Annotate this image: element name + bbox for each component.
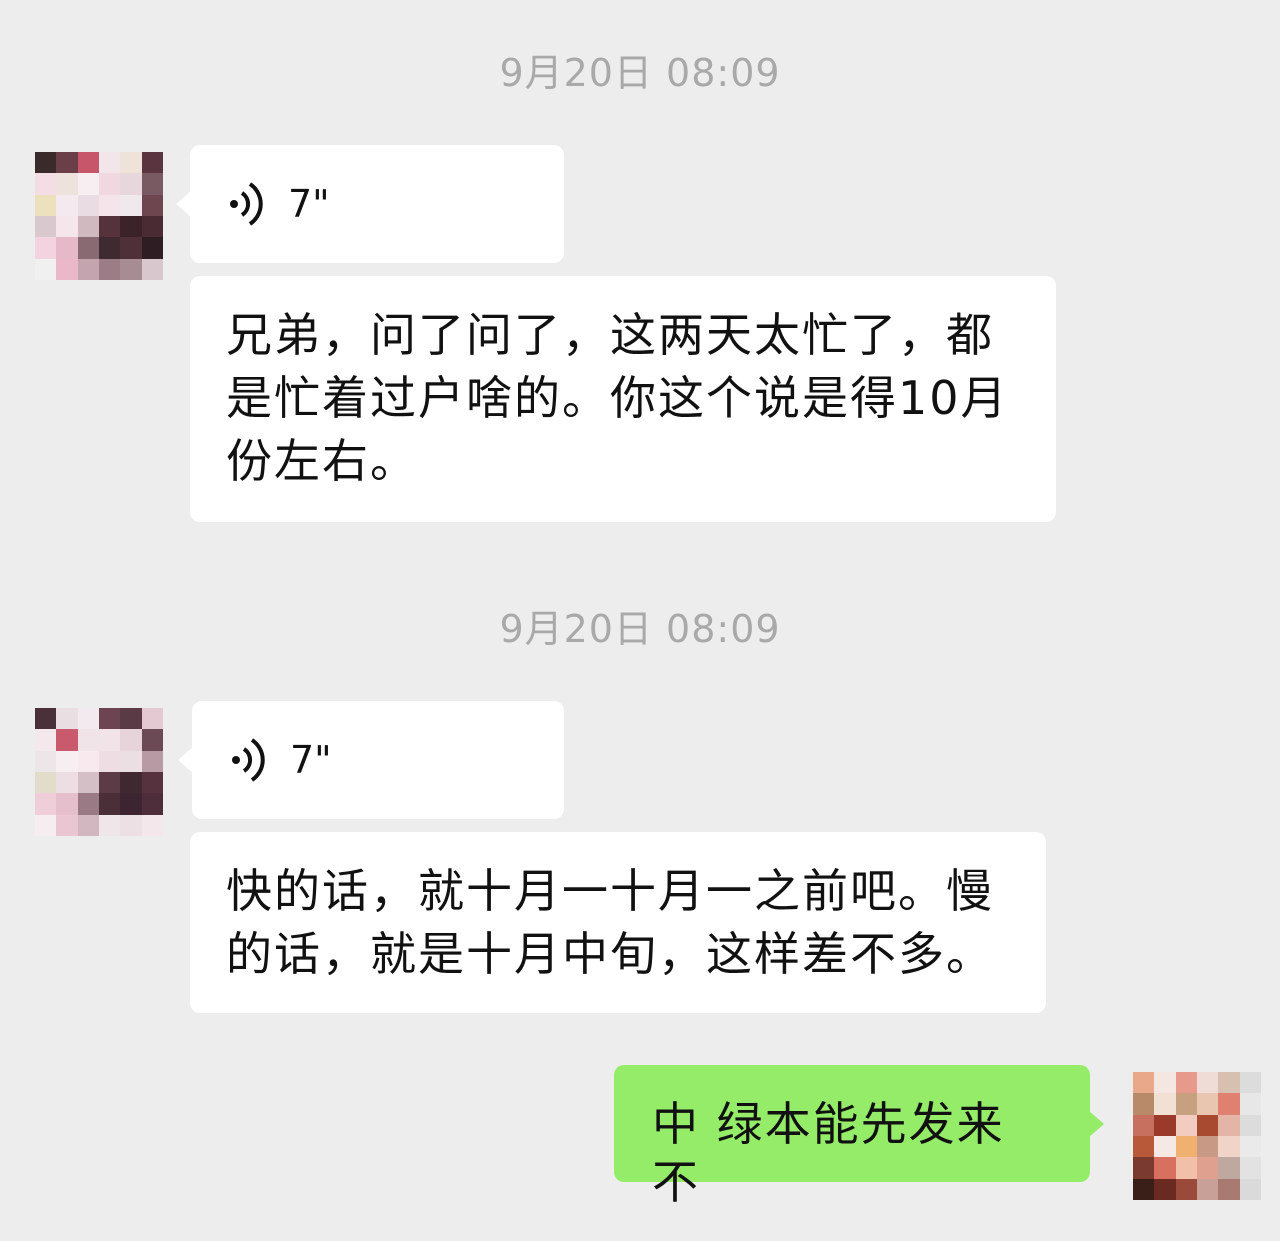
text-message-bubble[interactable]: 快的话，就十月一十月一之前吧。慢的话，就是十月中旬，这样差不多。 — [190, 832, 1046, 1013]
voice-message-bubble[interactable]: 7" — [176, 145, 564, 263]
message-timestamp: 9月20日 08:09 — [499, 51, 781, 95]
sender-avatar[interactable] — [35, 708, 163, 836]
voice-message-bubble[interactable]: 7" — [178, 701, 564, 819]
outgoing-message-bubble[interactable]: 中 绿本能先发来不 — [614, 1065, 1104, 1209]
text-message-bubble[interactable]: 兄弟，问了问了，这两天太忙了，都是忙着过户啥的。你这个说是得10月份左右。 — [190, 276, 1056, 522]
voice-duration: 7" — [290, 738, 332, 782]
message-text: 快的话，就十月一十月一之前吧。慢的话，就是十月中旬，这样差不多。 — [226, 864, 994, 981]
voice-duration: 7" — [288, 182, 330, 226]
message-text: 中 绿本能先发来不 — [652, 1097, 1005, 1209]
message-text: 兄弟，问了问了，这两天太忙了，都是忙着过户啥的。你这个说是得10月份左右。 — [226, 308, 1009, 488]
own-avatar[interactable] — [1133, 1072, 1261, 1200]
voice-wave-icon — [232, 738, 265, 782]
message-timestamp: 9月20日 08:09 — [499, 607, 781, 651]
sender-avatar[interactable] — [35, 152, 163, 280]
voice-wave-icon — [230, 182, 263, 226]
